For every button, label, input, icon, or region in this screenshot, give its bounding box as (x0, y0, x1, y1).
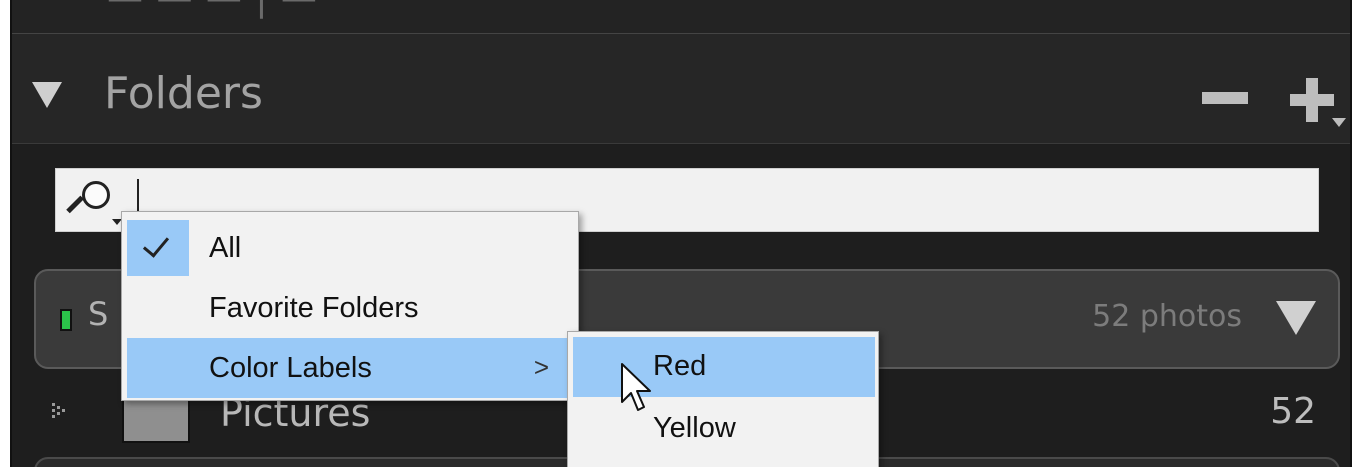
panel-header[interactable]: Folders (12, 34, 1350, 144)
submenu-item-red[interactable]: Red (573, 337, 875, 397)
menu-item-label: All (209, 232, 242, 264)
text-cursor (137, 179, 139, 211)
submenu-item-label: Red (653, 350, 707, 382)
folder-icon (122, 399, 190, 443)
menu-item-favorite-folders[interactable]: Favorite Folders (127, 278, 575, 338)
dropdown-caret-icon (1332, 118, 1346, 127)
search-icon[interactable] (66, 179, 122, 225)
submenu-item-label: Yellow (653, 412, 736, 444)
volume-status-indicator (60, 309, 72, 331)
folder-photo-count: 52 (1270, 391, 1316, 432)
panel-title[interactable]: Folders (104, 68, 263, 119)
chevron-right-icon: > (533, 352, 549, 382)
folder-filter-menu: All Favorite Folders Color Labels > (121, 211, 579, 401)
volume-photo-count: 52 photos (1092, 299, 1242, 334)
add-folder-button[interactable] (1290, 74, 1346, 130)
remove-folder-button[interactable] (1202, 92, 1248, 106)
menu-item-color-labels[interactable]: Color Labels > (127, 338, 575, 398)
screen: — — — | — Folders (0, 0, 1361, 467)
volume-collapse-triangle-icon[interactable] (1276, 301, 1316, 335)
menu-item-label: Color Labels (209, 352, 372, 384)
submenu-item-yellow[interactable]: Yellow (573, 399, 875, 459)
color-labels-submenu: Red Yellow (567, 331, 879, 467)
menu-item-label: Favorite Folders (209, 292, 419, 324)
previous-panel-strip: — — — | — (12, 0, 1350, 34)
folder-expander-icon[interactable] (52, 401, 74, 421)
volume-name: S (88, 295, 109, 333)
menu-item-all[interactable]: All (127, 218, 575, 278)
previous-panel-text: — — — | — (107, 0, 318, 19)
collapse-triangle-icon[interactable] (32, 82, 62, 108)
menu-check-highlight (127, 220, 189, 276)
checkmark-icon (142, 230, 170, 258)
